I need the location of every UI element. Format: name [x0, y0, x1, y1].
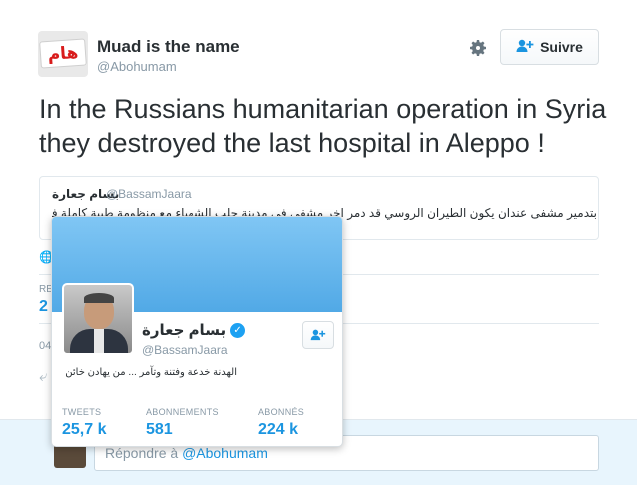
follow-button-label: Suivre: [540, 39, 583, 55]
profile-hovercard: بسام جعارة ✓ @BassamJaara الهدنة خدعة وف…: [51, 216, 343, 447]
add-user-icon: [310, 329, 326, 341]
avatar-shirt: [94, 329, 104, 353]
stat-following-label: ABONNEMENTS: [146, 407, 219, 417]
hovercard-name-text: بسام جعارة: [142, 322, 227, 339]
author-avatar[interactable]: هام: [38, 31, 88, 77]
stat-following-value[interactable]: 581: [146, 421, 173, 439]
hovercard-follow-button[interactable]: [302, 321, 334, 349]
reply-placeholder: Répondre à: [105, 445, 183, 461]
tweet-text: In the Russians humanitarian operation i…: [39, 94, 607, 158]
reply-mention: @Abohumam: [182, 445, 268, 461]
follow-button[interactable]: Suivre: [500, 29, 599, 65]
stat-followers-value[interactable]: 224 k: [258, 421, 298, 439]
hovercard-bio: الهدنة خدعة وفتنة وتآمر ... من يهادن خائ…: [65, 367, 237, 378]
hovercard-name[interactable]: بسام جعارة ✓: [142, 321, 246, 339]
hovercard-avatar[interactable]: [62, 283, 134, 355]
tweet-page: هام Muad is the name @Abohumam Suivre In…: [0, 0, 637, 485]
add-user-icon: [516, 39, 534, 56]
avatar-hair: [84, 293, 114, 303]
retweets-count[interactable]: 2: [39, 298, 48, 316]
stat-tweets-value[interactable]: 25,7 k: [62, 421, 106, 439]
stat-followers-label: ABONNÉS: [258, 407, 305, 417]
gear-icon[interactable]: [466, 36, 490, 60]
author-name[interactable]: Muad is the name: [97, 37, 240, 57]
quoted-author-handle: @BassamJaara: [106, 187, 192, 201]
avatar-logo: هام: [39, 38, 87, 69]
stat-tweets-label: TWEETS: [62, 407, 102, 417]
avatar-logo-text: هام: [47, 42, 79, 65]
hovercard-handle[interactable]: @BassamJaara: [142, 343, 228, 357]
author-handle[interactable]: @Abohumam: [97, 59, 177, 74]
verified-badge-icon: ✓: [230, 322, 246, 338]
tweet-date: 04: [39, 340, 52, 352]
reply-arrow-icon[interactable]: ⤶: [39, 368, 47, 385]
